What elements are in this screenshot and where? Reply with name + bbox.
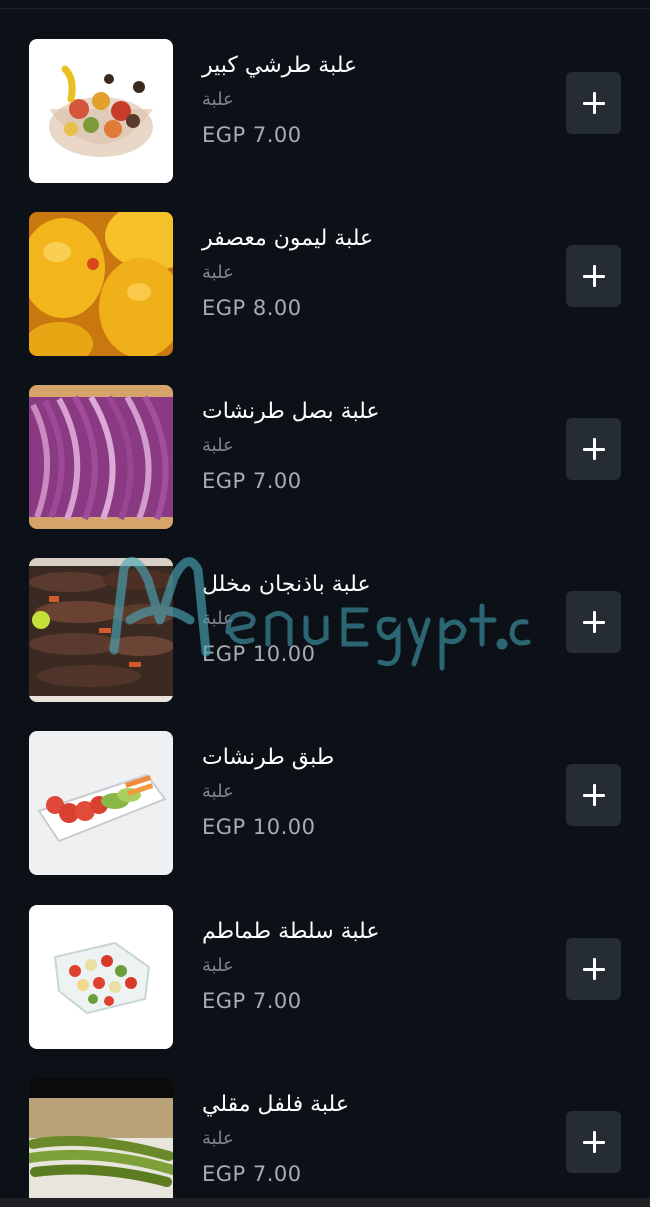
item-name: علبة ليمون معصفر: [202, 226, 374, 251]
item-name: علبة باذنجان مخلل: [202, 572, 371, 597]
product-image-red-onion: [29, 385, 173, 529]
menu-item[interactable]: علبة ليمون معصفر علبة EGP 8.00: [0, 212, 650, 362]
add-to-cart-button[interactable]: [566, 72, 621, 134]
add-to-cart-button[interactable]: [566, 245, 621, 307]
menu-item[interactable]: علبة سلطة طماطم علبة EGP 7.00: [0, 905, 650, 1055]
menu-item[interactable]: علبة بصل طرنشات علبة EGP 7.00: [0, 385, 650, 535]
plus-icon: [582, 784, 605, 806]
plus-icon: [582, 92, 605, 114]
bottom-bar: [0, 1198, 650, 1207]
item-price: EGP 10.00: [202, 642, 316, 666]
product-image-tomato-salad: [29, 905, 173, 1049]
item-name: علبة فلفل مقلي: [202, 1092, 349, 1117]
menu-item[interactable]: علبة باذنجان مخلل علبة EGP 10.00: [0, 558, 650, 708]
item-unit: علبة: [202, 781, 234, 802]
item-name: علبة طرشي كبير: [202, 53, 358, 78]
menu-item[interactable]: علبة طرشي كبير علبة EGP 7.00: [0, 39, 650, 189]
menu-item[interactable]: علبة فلفل مقلي علبة EGP 7.00: [0, 1078, 650, 1207]
item-price: EGP 8.00: [202, 296, 302, 320]
item-price: EGP 7.00: [202, 989, 302, 1013]
product-image-pickled-lemons: [29, 212, 173, 356]
add-to-cart-button[interactable]: [566, 938, 621, 1000]
item-unit: علبة: [202, 435, 234, 456]
plus-icon: [582, 438, 605, 460]
plus-icon: [582, 958, 605, 980]
top-divider: [0, 8, 650, 9]
item-unit: علبة: [202, 262, 234, 283]
item-name: علبة سلطة طماطم: [202, 919, 380, 944]
item-name: علبة بصل طرنشات: [202, 399, 380, 424]
add-to-cart-button[interactable]: [566, 764, 621, 826]
item-price: EGP 7.00: [202, 469, 302, 493]
add-to-cart-button[interactable]: [566, 1111, 621, 1173]
item-price: EGP 7.00: [202, 1162, 302, 1186]
menu-page: علبة طرشي كبير علبة EGP 7.00 علبة ليمون …: [0, 0, 650, 1207]
product-image-pickled-eggplant: [29, 558, 173, 702]
product-image-vegetable-plate: [29, 731, 173, 875]
plus-icon: [582, 265, 605, 287]
item-unit: علبة: [202, 955, 234, 976]
plus-icon: [582, 611, 605, 633]
add-to-cart-button[interactable]: [566, 591, 621, 653]
add-to-cart-button[interactable]: [566, 418, 621, 480]
menu-item[interactable]: طبق طرنشات علبة EGP 10.00: [0, 731, 650, 881]
item-price: EGP 10.00: [202, 815, 316, 839]
item-unit: علبة: [202, 89, 234, 110]
product-image-mixed-pickles: [29, 39, 173, 183]
item-name: طبق طرنشات: [202, 745, 335, 770]
plus-icon: [582, 1131, 605, 1153]
item-unit: علبة: [202, 1128, 234, 1149]
item-unit: علبة: [202, 608, 234, 629]
item-price: EGP 7.00: [202, 123, 302, 147]
product-image-fried-peppers: [29, 1078, 173, 1207]
